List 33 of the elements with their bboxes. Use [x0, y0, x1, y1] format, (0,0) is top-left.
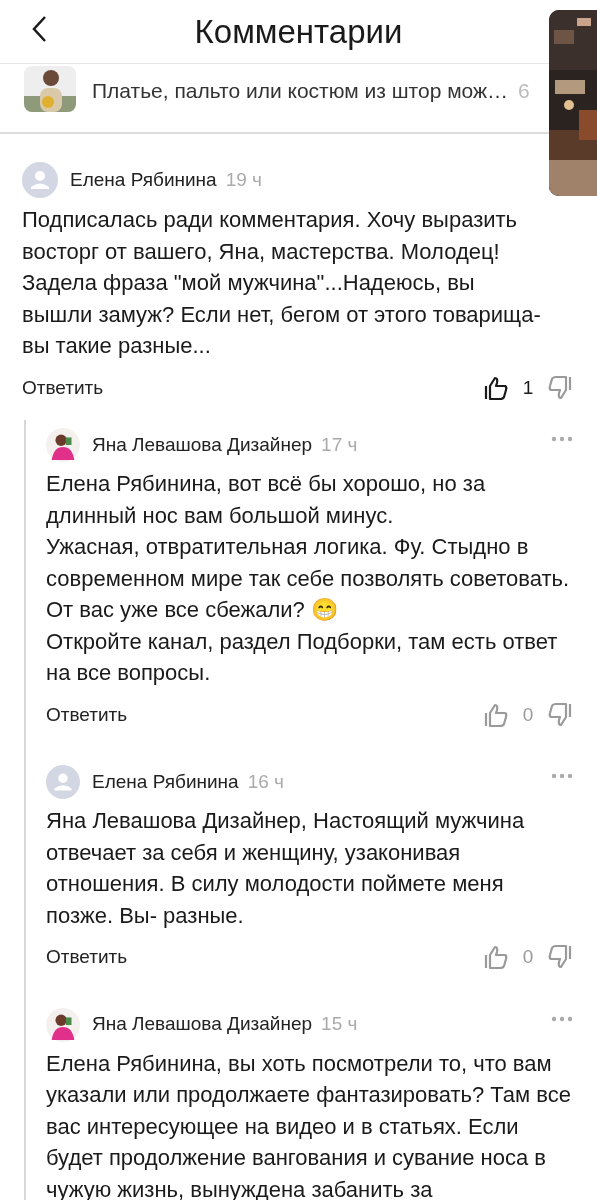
like-count: 0: [521, 702, 535, 727]
author-name[interactable]: Яна Левашова Дизайнер: [92, 1010, 313, 1039]
article-thumbnail[interactable]: [24, 66, 76, 112]
reply-link[interactable]: Ответить: [46, 943, 128, 972]
author-name[interactable]: Елена Рябинина: [70, 165, 217, 195]
author-name[interactable]: Яна Левашова Дизайнер: [92, 430, 313, 460]
thumbs-down-icon[interactable]: [547, 374, 573, 401]
thumbs-up-icon[interactable]: [483, 374, 509, 401]
thumbs-up-icon[interactable]: [483, 701, 509, 728]
comment-time: 16 ч: [247, 769, 284, 794]
comment-time: 15 ч: [321, 1012, 358, 1037]
like-count: 0: [521, 945, 535, 969]
article-meta: 6: [518, 78, 530, 105]
author-name[interactable]: Елена Рябинина: [92, 767, 239, 797]
comment-time: 19 ч: [225, 167, 262, 192]
page-title: Комментарии: [194, 11, 403, 52]
comment-text: Яна Левашова Дизайнер, Настоящий мужчина отвечает за себя и женщину, узаконивая отношения. В силу молодости поймете меня позже. Вы- разные.: [46, 807, 526, 930]
more-icon[interactable]: [551, 436, 573, 442]
more-icon[interactable]: [551, 1015, 573, 1022]
reply-link[interactable]: Ответить: [46, 700, 128, 729]
thumbs-up-icon[interactable]: [483, 944, 509, 971]
thumbs-down-icon[interactable]: [547, 944, 573, 971]
thumbs-down-icon[interactable]: [547, 701, 573, 728]
comment-text: Подписалась ради комментария. Хочу выразить восторг от вашего, Яна, мастерства. Молодец! Задела фраза "мой мужчина"...Надеюсь, вы вышли замуж? Если нет, бегом от этого товарища- вы такие разные...: [22, 206, 542, 360]
avatar-icon[interactable]: [46, 428, 80, 462]
comment-time: 17 ч: [321, 432, 358, 457]
more-icon[interactable]: [551, 773, 573, 779]
reply-link[interactable]: Ответить: [22, 373, 104, 402]
back-icon[interactable]: [30, 14, 48, 44]
article-title[interactable]: Платье, пальто или костюм из штор мож…: [92, 75, 509, 107]
like-count: 1: [521, 375, 535, 400]
avatar-icon[interactable]: [46, 1007, 80, 1042]
comment-text: Елена Рябинина, вот всё бы хорошо, но за длинный нос вам большой минус. Ужасная, отвратительная логика. Фу. Стыдно в современном мире так себе позволять советовать. От вас уже все сбежали? 😁 Откройте канал, раздел Подборки, там есть ответ на все вопросы.: [46, 470, 571, 687]
